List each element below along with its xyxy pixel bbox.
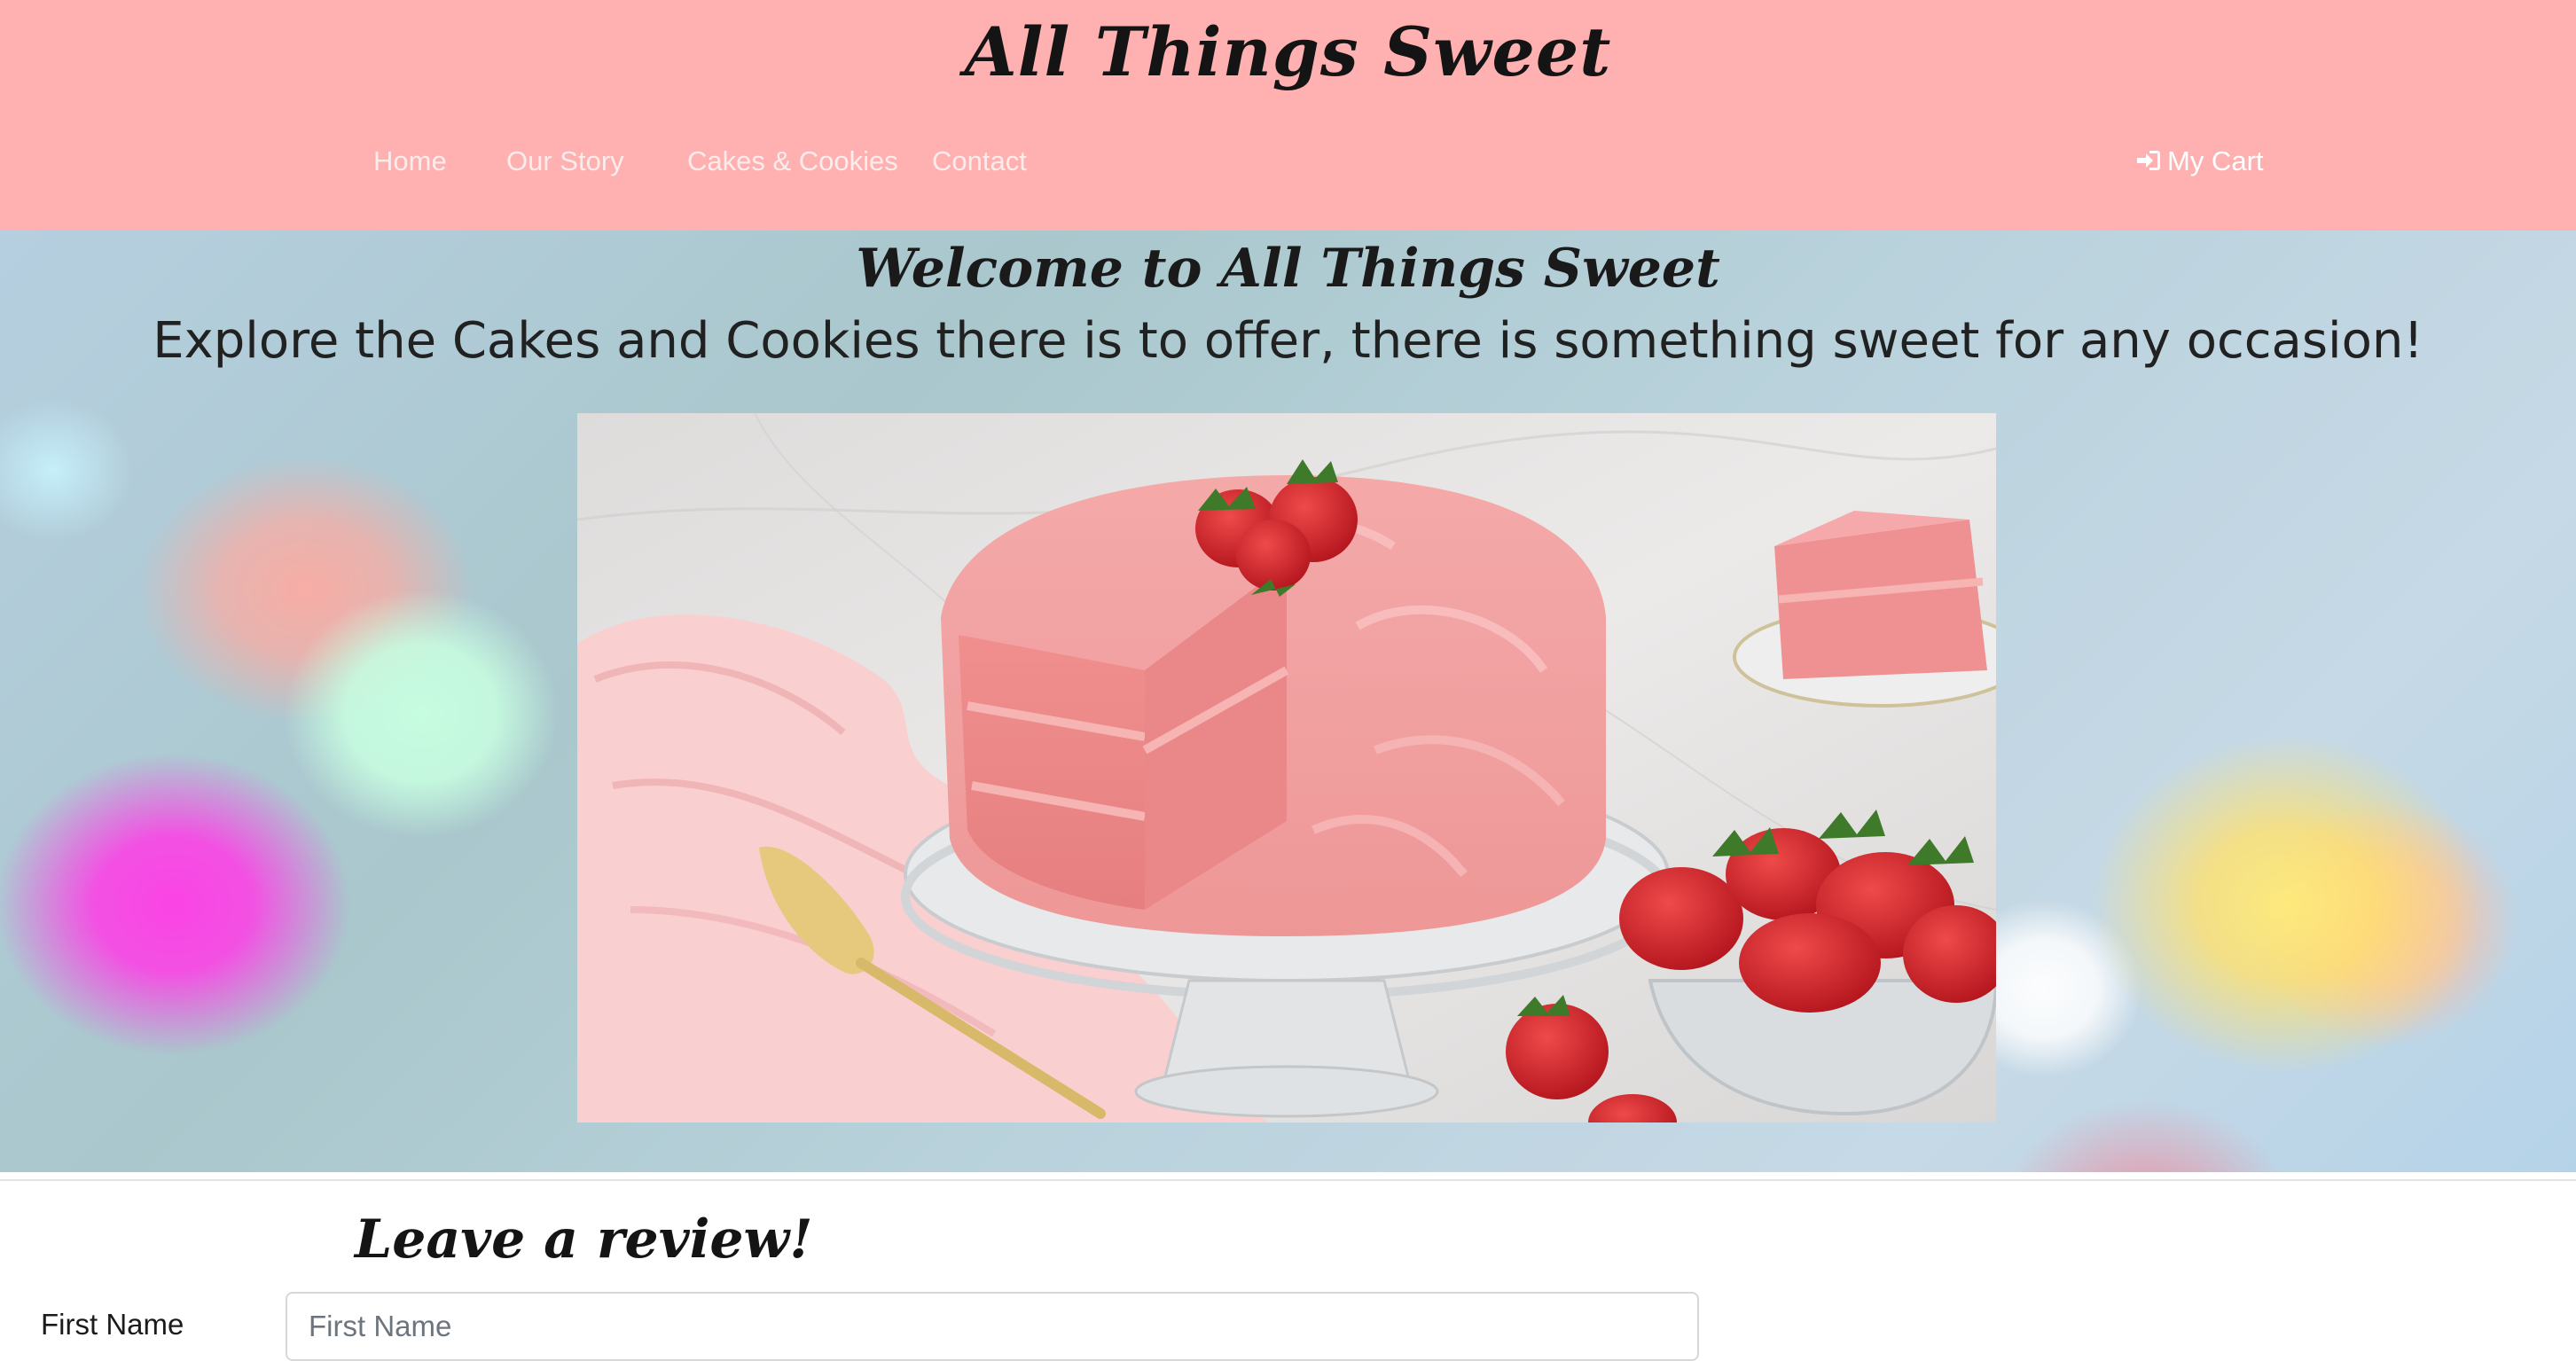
my-cart-label: My Cart: [2167, 145, 2264, 176]
cake-photo: [577, 413, 1996, 1122]
strawberry-cake-image: [577, 413, 1996, 1122]
nav-home[interactable]: Home: [373, 145, 447, 177]
hero-title: Welcome to All Things Sweet: [856, 238, 1720, 300]
first-name-input[interactable]: [286, 1292, 1699, 1361]
nav-cakes-cookies[interactable]: Cakes & Cookies: [687, 145, 898, 177]
section-divider: [0, 1179, 2576, 1181]
site-header: All Things Sweet Home Our Story Cakes & …: [0, 0, 2576, 231]
brand-title[interactable]: All Things Sweet: [0, 12, 2576, 91]
nav-our-story[interactable]: Our Story: [506, 145, 624, 177]
nav-contact[interactable]: Contact: [932, 145, 1027, 177]
review-title: Leave a review!: [355, 1208, 813, 1271]
sign-in-icon: [2137, 151, 2160, 170]
my-cart-link[interactable]: My Cart: [2135, 145, 2264, 177]
hero-subtitle: Explore the Cakes and Cookies there is t…: [153, 312, 2423, 370]
hero-section: Welcome to All Things Sweet Explore the …: [0, 231, 2576, 1172]
first-name-label: First Name: [41, 1308, 184, 1341]
